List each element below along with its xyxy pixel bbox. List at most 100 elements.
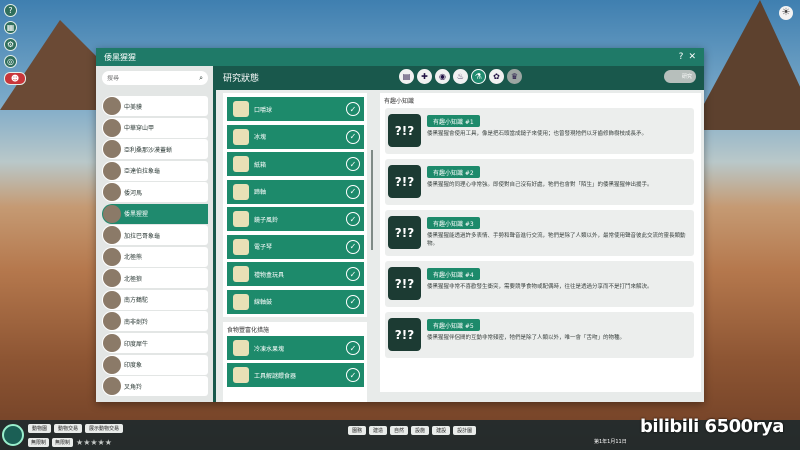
animal-item[interactable]: 印度象 <box>102 354 208 375</box>
bottom-tab[interactable]: 展示動物交易 <box>85 424 124 433</box>
enrichment-item[interactable]: 冷凍水果塊 ✓ <box>227 336 364 360</box>
fun-fact-card: ?!? 有趣小知識 #2 倭黑猩猩的同理心非常強。即使對自己沒有好處，牠們也會對「陌… <box>385 159 694 205</box>
research-item[interactable]: 口嚼球 ✓ <box>227 97 364 121</box>
research-item-label: 禮物盒玩具 <box>254 271 285 279</box>
animal-item[interactable]: 亞利桑那沙漠蓋蜥 <box>102 139 208 160</box>
toolbar-button[interactable]: 建造 <box>369 426 388 435</box>
animal-list-panel: ⌕ 中美貘中華穿山甲亞利桑那沙漠蓋蜥亞達伯拉象龜倭河馬倭黑猩猩加拉巴哥象龜北極熊… <box>96 66 213 402</box>
check-icon: ✓ <box>346 239 360 254</box>
animal-item[interactable]: 南方鶴駝 <box>102 289 208 310</box>
fun-fact-text: 倭黑猩猩非常不喜歡發生衝突，需要競爭食物或配偶時，往往是透過分享而不是打鬥來解決… <box>427 284 653 290</box>
research-item[interactable]: 紙箱 ✓ <box>227 152 364 176</box>
animal-name: 叉角羚 <box>124 383 143 391</box>
flask-icon[interactable]: ⚗ <box>471 69 486 84</box>
toolbar-button[interactable]: 建設 <box>432 426 451 435</box>
question-icon: ?!? <box>388 165 421 198</box>
research-item[interactable]: 線軸鼓 ✓ <box>227 289 364 314</box>
enrichment-item-icon <box>233 340 249 356</box>
calendar-icon[interactable]: ▦ <box>4 21 17 34</box>
research-badge[interactable]: 研究 <box>664 70 696 83</box>
research-item[interactable]: 禮物盒玩具 ✓ <box>227 262 364 286</box>
animal-item[interactable]: 南非劍羚 <box>102 311 208 332</box>
fun-fact-card: ?!? 有趣小知識 #5 倭黑猩猩伴侶間的互動非常頻密，牠們是除了人類以外，唯一會「… <box>385 312 694 358</box>
toolbar-button[interactable]: 設計圖 <box>453 426 477 435</box>
trophy-icon[interactable]: ♛ <box>507 69 522 84</box>
research-item-icon <box>233 128 249 145</box>
research-item[interactable]: 蹄軸 ✓ <box>227 179 364 204</box>
animal-avatar <box>103 161 121 180</box>
book-icon[interactable]: ▤ <box>399 69 414 84</box>
research-body: 口嚼球 ✓ 冰塊 ✓ 紙箱 ✓ 蹄軸 ✓ 鏡子風鈴 ✓ 電子琴 ✓ 禮物盒玩具 ✓ 線軸鼓 ✓ 食物豐富化措施… <box>216 90 704 402</box>
search-icon[interactable]: ⌕ <box>199 74 203 83</box>
animal-name: 南方鶴駝 <box>124 297 149 305</box>
bottom-tab[interactable]: 動物園 <box>28 424 52 433</box>
animal-item[interactable]: 北極熊 <box>102 246 208 267</box>
toolbar-button[interactable]: 園務 <box>348 426 367 435</box>
window-title: 倭黑猩猩 <box>104 52 136 62</box>
search-input[interactable] <box>107 74 187 82</box>
animal-avatar <box>103 334 121 353</box>
money-value: 無限制 <box>28 438 50 447</box>
animal-avatar <box>103 183 121 202</box>
research-badge-label: 研究 <box>681 74 692 80</box>
sun-icon[interactable]: ☀ <box>779 6 793 20</box>
research-item[interactable]: 鏡子風鈴 ✓ <box>227 207 364 231</box>
research-item[interactable]: 電子琴 ✓ <box>227 234 364 259</box>
animal-item[interactable]: 倭黑猩猩 <box>102 203 208 224</box>
research-item-label: 線軸鼓 <box>254 299 273 306</box>
animal-window: 倭黑猩猩 ? ✕ ⌕ 中美貘中華穿山甲亞利桑那沙漠蓋蜥亞達伯拉象龜倭河馬倭黑猩猩… <box>96 48 704 402</box>
animal-name: 亞利桑那沙漠蓋蜥 <box>124 146 173 154</box>
animal-avatar <box>103 140 121 159</box>
animal-item[interactable]: 印度犀牛 <box>102 333 208 354</box>
question-icon: ?!? <box>388 216 421 249</box>
guest-alert-icon[interactable]: ☻ <box>4 72 26 85</box>
check-icon: ✓ <box>346 267 360 281</box>
check-icon: ✓ <box>346 184 360 199</box>
research-item-label: 鏡子風鈴 <box>254 216 279 224</box>
animal-avatar <box>103 269 121 288</box>
research-item-icon <box>233 156 249 172</box>
animal-avatar <box>103 355 121 374</box>
teeth-icon[interactable]: ◉ <box>435 69 450 84</box>
animal-item[interactable]: 北極狼 <box>102 268 208 289</box>
settings-icon[interactable]: ◎ <box>4 55 17 68</box>
toolbar-button[interactable]: 自然 <box>390 426 409 435</box>
animal-avatar <box>103 226 121 245</box>
research-item-label: 蹄軸 <box>254 189 267 196</box>
enrichment-item[interactable]: 工具解謎餵食器 ✓ <box>227 363 364 387</box>
watermark: bilibili 6500rya <box>640 416 784 437</box>
pill-icon[interactable]: ✚ <box>417 69 432 84</box>
help-icon[interactable]: ? <box>4 4 17 17</box>
fun-fact-text: 倭黑猩猩會使用工具，像是把石頭當成鎚子來使用；也曾發現牠們以牙齒修飾樹枝成長矛。 <box>427 131 648 137</box>
animal-item[interactable]: 亞達伯拉象龜 <box>102 160 208 181</box>
build-toolbar: 園務 建造 自然 設施 建設 設計圖 <box>348 426 477 435</box>
fun-fact-title: 有趣小知識 #5 <box>427 319 480 331</box>
check-icon: ✓ <box>346 294 360 309</box>
research-header: 研究狀態 ▤ ✚ ◉ ♨ ⚗ ✿ ♛ 研究 <box>213 66 704 88</box>
help-button[interactable]: ? <box>679 52 684 62</box>
animal-item[interactable]: 加拉巴哥象龜 <box>102 225 208 246</box>
research-item-label: 冰塊 <box>254 134 267 141</box>
food-icon[interactable]: ♨ <box>453 69 468 84</box>
animal-item[interactable]: 中美貘 <box>102 96 208 116</box>
research-item-icon <box>233 183 249 200</box>
enrichment-item-label: 冷凍水果塊 <box>254 345 285 353</box>
toolbar-button[interactable]: 設施 <box>411 426 430 435</box>
check-icon: ✓ <box>346 368 360 382</box>
main-menu-icon[interactable] <box>2 424 24 446</box>
close-button[interactable]: ✕ <box>688 52 696 62</box>
fun-facts-title: 有趣小知識 <box>384 98 415 105</box>
fun-fact-card: ?!? 有趣小知識 #3 倭黑猩猩能透過許多表情、手勢和聲音進行交流，牠們是除了人類… <box>385 210 694 256</box>
animal-name: 倭黑猩猩 <box>124 211 149 219</box>
search-box: ⌕ <box>102 71 208 85</box>
animal-item[interactable]: 中華穿山甲 <box>102 117 208 138</box>
animal-item[interactable]: 叉角羚 <box>102 376 208 397</box>
gear-icon[interactable]: ⚙ <box>4 38 17 51</box>
research-item[interactable]: 冰塊 ✓ <box>227 124 364 149</box>
guests-value: 無限制 <box>52 438 74 447</box>
fun-fact-title: 有趣小知識 #2 <box>427 166 480 178</box>
paw-icon[interactable]: ✿ <box>489 69 504 84</box>
scrollbar[interactable] <box>371 150 373 250</box>
animal-item[interactable]: 倭河馬 <box>102 182 208 203</box>
bottom-tab[interactable]: 動物交易 <box>54 424 83 433</box>
